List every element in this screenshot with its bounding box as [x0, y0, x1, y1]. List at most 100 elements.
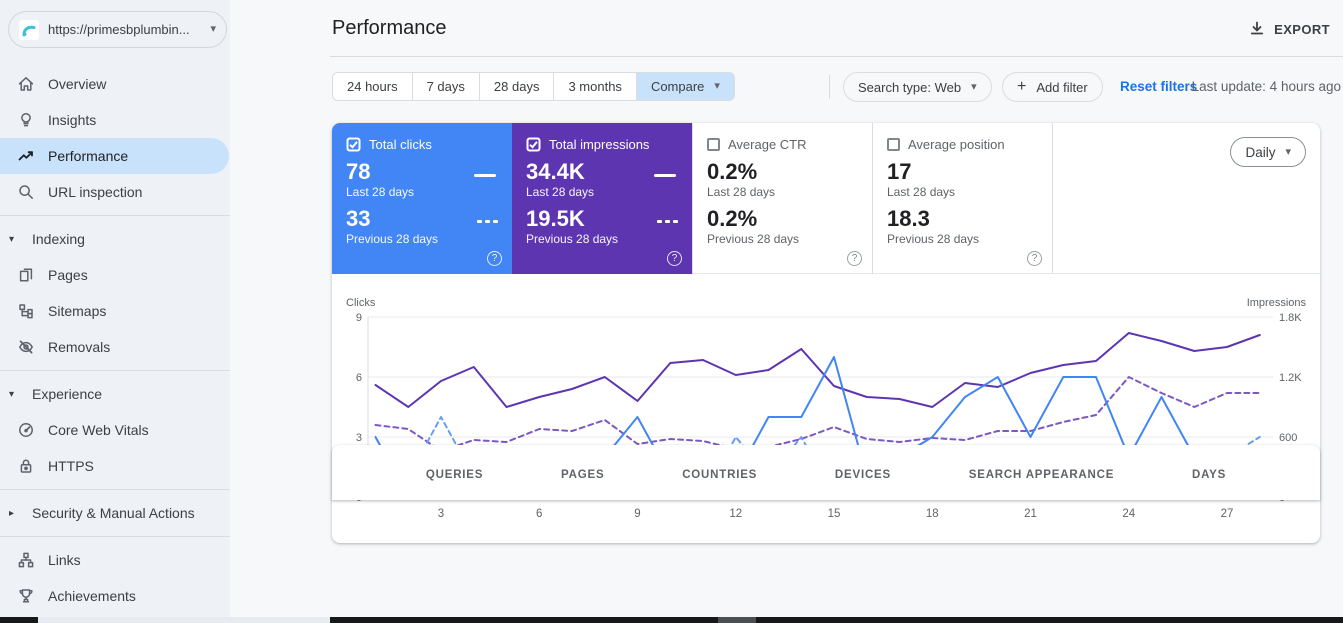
svg-text:Impressions: Impressions: [1247, 297, 1307, 309]
metric-current-value: 34.4K: [526, 159, 585, 184]
metric-card-total-impressions[interactable]: Total impressions 34.4K Last 28 days 19.…: [512, 123, 692, 274]
reset-filters-link[interactable]: Reset filters: [1120, 79, 1197, 94]
series-impressions-last-28-days: [374, 332, 1261, 408]
checkbox-checked-icon[interactable]: [346, 137, 361, 152]
tab-search-appearance[interactable]: SEARCH APPEARANCE: [969, 465, 1114, 481]
scrollbar-thumb[interactable]: [718, 617, 756, 623]
help-icon[interactable]: ?: [487, 251, 502, 266]
sidebar-item-sitemaps[interactable]: Sitemaps: [0, 293, 230, 329]
search-type-filter[interactable]: Search type: Web ▾: [843, 72, 992, 102]
sidebar-item-label: Indexing: [32, 231, 85, 247]
lightbulb-icon: [17, 111, 35, 129]
sidebar-item-pages[interactable]: Pages: [0, 257, 230, 293]
property-selector[interactable]: https://primesbplumbin... ▾: [8, 11, 227, 48]
sidebar-item-label: Sitemaps: [48, 303, 107, 319]
lock-icon: [17, 457, 35, 475]
sidebar-divider: [0, 536, 230, 537]
links-icon: [17, 551, 35, 569]
date-range-24-hours[interactable]: 24 hours: [332, 72, 412, 101]
svg-text:6: 6: [356, 372, 362, 384]
trophy-icon: [17, 587, 35, 605]
solid-line-legend-icon: [474, 174, 496, 177]
tab-countries[interactable]: COUNTRIES: [682, 465, 757, 481]
svg-text:18: 18: [926, 508, 939, 520]
checkbox-unchecked-icon[interactable]: [887, 138, 900, 151]
svg-text:3: 3: [356, 432, 362, 444]
sidebar-item-links[interactable]: Links: [0, 542, 230, 578]
eye-off-icon: [17, 338, 35, 356]
filter-row: 24 hours 7 days 28 days 3 months Compare…: [332, 72, 1343, 102]
sidebar-item-label: Core Web Vitals: [48, 422, 149, 438]
sidebar-item-achievements[interactable]: Achievements: [0, 578, 230, 614]
metric-card-average-position[interactable]: Average position 17 Last 28 days 18.3 Pr…: [872, 123, 1052, 274]
help-icon[interactable]: ?: [1027, 251, 1042, 266]
checkbox-unchecked-icon[interactable]: [707, 138, 720, 151]
page-title: Performance: [332, 17, 447, 39]
sidebar-item-label: Overview: [48, 76, 107, 92]
chevron-down-icon: ▾: [1285, 145, 1291, 158]
sidebar-section-security-and-manual-actions[interactable]: ▸ Security & Manual Actions: [0, 495, 230, 531]
pages-icon: [17, 266, 35, 284]
dashed-line-legend-icon: [657, 220, 678, 223]
main-content: Performance EXPORT 24 hours 7 days 28 da…: [230, 0, 1343, 623]
metric-card-total-clicks[interactable]: Total clicks 78 Last 28 days 33 Previous…: [332, 123, 512, 274]
compare-button[interactable]: Compare ▾: [635, 72, 735, 101]
site-favicon-icon: [19, 19, 39, 40]
sidebar-item-label: Performance: [48, 148, 129, 164]
chevron-down-icon: ▾: [9, 388, 15, 400]
filter-separator: [829, 75, 830, 99]
chevron-down-icon: ▾: [971, 80, 977, 93]
sidebar-divider: [0, 370, 230, 371]
svg-text:1.8K: 1.8K: [1279, 312, 1302, 324]
sidebar-item-label: HTTPS: [48, 458, 94, 474]
sidebar-item-url-inspection[interactable]: URL inspection: [0, 174, 230, 210]
chevron-down-icon: ▾: [714, 80, 720, 92]
gauge-icon: [17, 421, 35, 439]
bottom-edge-bar: [0, 617, 1343, 623]
sidebar-item-label: Insights: [48, 112, 97, 128]
last-update-text: Last update: 4 hours ago: [1191, 79, 1341, 94]
sidebar-item-label: Experience: [32, 386, 103, 402]
metric-previous-value: 33: [346, 206, 371, 231]
tab-days[interactable]: DAYS: [1192, 465, 1226, 481]
svg-text:6: 6: [536, 508, 542, 520]
metric-current-value: 0.2%: [707, 159, 758, 184]
sidebar-item-insights[interactable]: Insights: [0, 102, 230, 138]
sidebar-section-indexing[interactable]: ▾ Indexing: [0, 221, 230, 257]
export-button[interactable]: EXPORT: [1248, 20, 1330, 38]
sidebar-divider: [0, 489, 230, 490]
granularity-dropdown[interactable]: Daily ▾: [1230, 137, 1306, 167]
performance-chart[interactable]: ClicksImpressions036906001.2K1.8K3691215…: [332, 290, 1320, 540]
download-icon: [1251, 21, 1264, 35]
sidebar-item-performance[interactable]: Performance: [0, 138, 229, 174]
metric-current-value: 78: [346, 159, 371, 184]
dimension-tabs: QUERIES PAGES COUNTRIES DEVICES SEARCH A…: [332, 445, 1320, 500]
solid-line-legend-icon: [654, 174, 676, 177]
svg-text:600: 600: [1279, 432, 1297, 444]
date-range-7-days[interactable]: 7 days: [411, 72, 479, 101]
date-range-28-days[interactable]: 28 days: [478, 72, 554, 101]
sidebar-item-removals[interactable]: Removals: [0, 329, 230, 365]
sidebar-item-core-web-vitals[interactable]: Core Web Vitals: [0, 412, 230, 448]
add-filter-button[interactable]: + Add filter: [1002, 72, 1103, 102]
dashed-line-legend-icon: [477, 220, 498, 223]
svg-text:Clicks: Clicks: [346, 297, 376, 309]
date-range-3-months[interactable]: 3 months: [553, 72, 636, 101]
svg-text:15: 15: [828, 508, 841, 520]
sidebar-item-label: URL inspection: [48, 184, 143, 200]
sidebar-section-experience[interactable]: ▾ Experience: [0, 376, 230, 412]
header-divider: [330, 56, 1343, 57]
sidebar-item-https[interactable]: HTTPS: [0, 448, 230, 484]
metric-card-average-ctr[interactable]: Average CTR 0.2% Last 28 days 0.2% Previ…: [692, 123, 872, 274]
svg-text:1.2K: 1.2K: [1279, 372, 1302, 384]
help-icon[interactable]: ?: [667, 251, 682, 266]
sidebar-item-label: Links: [48, 552, 81, 568]
sidebar-item-label: Removals: [48, 339, 111, 355]
svg-text:3: 3: [438, 508, 444, 520]
tab-pages[interactable]: PAGES: [561, 465, 604, 481]
checkbox-checked-icon[interactable]: [526, 137, 541, 152]
help-icon[interactable]: ?: [847, 251, 862, 266]
tab-queries[interactable]: QUERIES: [426, 465, 483, 481]
sidebar-item-overview[interactable]: Overview: [0, 66, 230, 102]
tab-devices[interactable]: DEVICES: [835, 465, 891, 481]
